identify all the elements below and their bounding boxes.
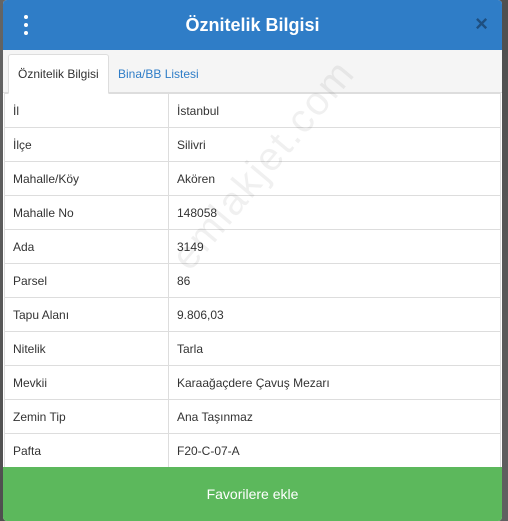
row-value: Tarla [168,331,501,366]
attribute-table: İl İstanbul İlçe Silivri Mahalle/Köy Akö… [4,93,501,468]
dot [24,31,28,35]
row-label: Pafta [4,433,169,468]
row-value: Karaağaçdere Çavuş Mezarı [168,365,501,400]
row-value: 86 [168,263,501,298]
row-value: F20-C-07-A [168,433,501,468]
row-label: Ada [4,229,169,264]
row-label: Zemin Tip [4,399,169,434]
row-value: 3149 [168,229,501,264]
modal-header: Öznitelik Bilgisi × [3,0,502,50]
table-row: Zemin Tip Ana Taşınmaz [4,399,501,434]
modal-title: Öznitelik Bilgisi [185,14,320,35]
table-row: Mahalle/Köy Akören [4,161,501,196]
table-row: Ada 3149 [4,229,501,264]
table-row: Tapu Alanı 9.806,03 [4,297,501,332]
table-row: İl İstanbul [4,93,501,128]
tab-bar: Öznitelik Bilgisi Bina/BB Listesi [3,50,502,94]
row-label: Parsel [4,263,169,298]
table-row: Mahalle No 148058 [4,195,501,230]
row-label: İlçe [4,127,169,162]
table-row: Nitelik Tarla [4,331,501,366]
attribute-info-modal: Öznitelik Bilgisi × Öznitelik Bilgisi Bi… [3,0,502,521]
dot [24,15,28,19]
row-label: Nitelik [4,331,169,366]
row-label: Mahalle No [4,195,169,230]
row-value: Akören [168,161,501,196]
row-value: İstanbul [168,93,501,128]
row-value: Silivri [168,127,501,162]
table-row: İlçe Silivri [4,127,501,162]
vertical-dots-icon[interactable] [19,15,33,35]
row-label: Mevkii [4,365,169,400]
row-label: Tapu Alanı [4,297,169,332]
table-row: Parsel 86 [4,263,501,298]
add-to-favorites-button[interactable]: Favorilere ekle [3,467,502,521]
row-value: Ana Taşınmaz [168,399,501,434]
row-value: 148058 [168,195,501,230]
close-icon[interactable]: × [475,13,488,35]
row-label: Mahalle/Köy [4,161,169,196]
row-value: 9.806,03 [168,297,501,332]
tab-building-list[interactable]: Bina/BB Listesi [109,54,208,93]
row-label: İl [4,93,169,128]
table-row: Mevkii Karaağaçdere Çavuş Mezarı [4,365,501,400]
table-row: Pafta F20-C-07-A [4,433,501,468]
tab-attribute-info[interactable]: Öznitelik Bilgisi [8,54,109,94]
dot [24,23,28,27]
